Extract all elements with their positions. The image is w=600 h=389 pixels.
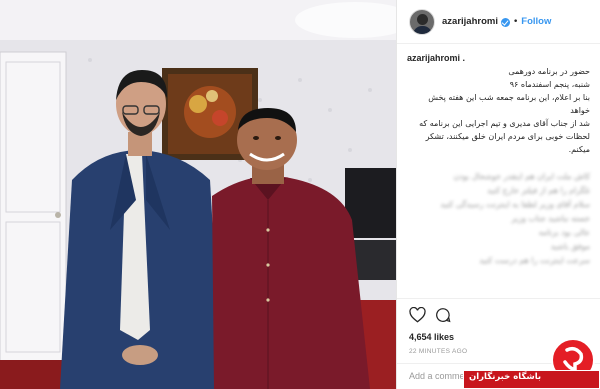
heart-icon[interactable] <box>409 306 426 325</box>
post-header: azarijahromi • Follow <box>397 0 600 44</box>
comment-icon[interactable] <box>435 307 451 325</box>
comment-item: عالی بود برنامه <box>538 228 590 237</box>
comment-item: سلام آقای وزیر لطفا به اینترنت رسیدگی کن… <box>440 200 590 209</box>
caption-line: شنبه، پنجم اسفندماه ۹۶ <box>509 80 590 89</box>
follow-button[interactable]: Follow <box>521 16 551 27</box>
username-link[interactable]: azarijahromi <box>442 16 498 27</box>
caption-line: بنا بر اعلام، این برنامه جمعه شب این هفت… <box>428 93 590 115</box>
watermark-logo: باشگاه خبرنگاران <box>463 338 600 389</box>
comment-item: سرعت اینترنت را هم درست کنید <box>479 256 590 265</box>
separator-dot: • <box>512 16 519 27</box>
watermark-text: باشگاه خبرنگاران <box>469 372 542 382</box>
caption-line: شد از جناب آقای مدیری و تیم اجرایی این ب… <box>419 119 590 128</box>
comment-item: خسته نباشید جناب وزیر <box>511 214 590 223</box>
post-photo[interactable] <box>0 0 396 389</box>
comment-item: موفق باشید <box>550 242 590 251</box>
verified-badge-icon <box>500 18 510 27</box>
comment-item: تلگرام را هم از فیلتر خارج کنید <box>487 186 590 195</box>
caption-line: لحظات خوبی برای مردم ایران خلق میکنند، ت… <box>425 132 590 154</box>
caption-area: azarijahromi . حضور در برنامه دورهمی شنب… <box>397 44 600 302</box>
caption-line: حضور در برنامه دورهمی <box>508 67 590 76</box>
post-image <box>0 0 396 389</box>
post-sidebar: azarijahromi • Follow azarijahromi . حضو… <box>396 0 600 389</box>
blurred-comments: کاش ملت ایران هم اینقدر خوشحال بودن تلگر… <box>407 170 590 268</box>
caption-username[interactable]: azarijahromi . <box>407 53 590 63</box>
comment-item: کاش ملت ایران هم اینقدر خوشحال بودن <box>453 172 590 181</box>
avatar[interactable] <box>409 8 435 35</box>
